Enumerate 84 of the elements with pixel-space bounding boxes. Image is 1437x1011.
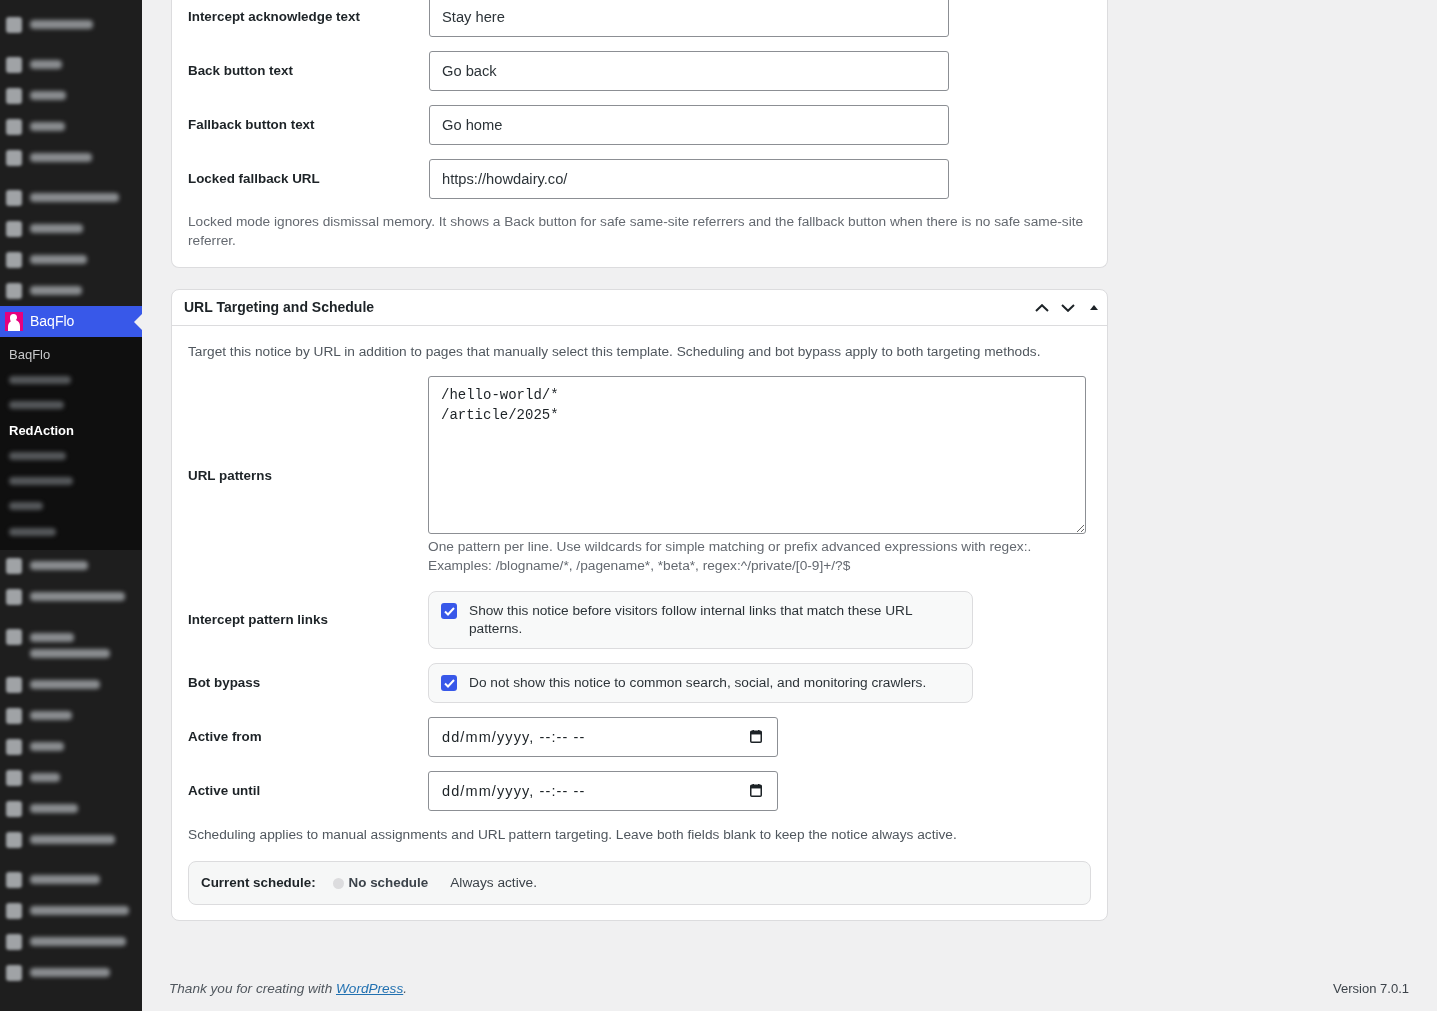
submenu-item[interactable]: BaqFlo bbox=[0, 342, 142, 368]
blurred-icon bbox=[6, 118, 22, 135]
blurred-text bbox=[30, 224, 83, 233]
schedule-status: No schedule bbox=[348, 873, 429, 892]
checkbox-label: Do not show this notice to common search, social, and monitoring crawlers. bbox=[469, 674, 927, 692]
text-field[interactable]: https://howdairy.co/ bbox=[429, 159, 949, 199]
blurred-icon bbox=[6, 629, 22, 646]
blurred-icon bbox=[6, 251, 22, 268]
blurred-icon bbox=[6, 149, 22, 166]
calendar-icon[interactable] bbox=[750, 730, 762, 743]
blurred-icon bbox=[6, 676, 22, 693]
blurred-icon bbox=[6, 800, 22, 817]
blurred-text bbox=[30, 742, 64, 752]
blurred-icon bbox=[6, 16, 22, 33]
checkbox-label: Show this notice before visitors follow internal links that match these URL patterns. bbox=[469, 602, 914, 638]
blurred-icon bbox=[6, 282, 22, 299]
blurred-text bbox=[30, 91, 66, 100]
menu-pointer-icon bbox=[134, 313, 142, 330]
blurred-icon bbox=[6, 220, 22, 237]
blurred-icon bbox=[6, 933, 22, 950]
blurred-text bbox=[30, 773, 60, 783]
blurred-text bbox=[30, 561, 88, 571]
field-label: URL patterns bbox=[188, 467, 273, 486]
panel-description: Target this notice by URL in addition to pages that manually select this template. Scheduling and bot bypass apply to both targeting methods. bbox=[188, 343, 1042, 361]
blurred-icon bbox=[6, 707, 22, 724]
blurred-text bbox=[30, 122, 65, 131]
chevron-up-icon bbox=[1035, 303, 1049, 312]
panel-title: URL Targeting and Schedule bbox=[184, 298, 376, 317]
blurred-text bbox=[30, 632, 74, 642]
blurred-text bbox=[30, 255, 87, 264]
blurred-text bbox=[9, 451, 66, 460]
text-field[interactable]: Go home bbox=[429, 105, 949, 145]
schedule-label: Current schedule: bbox=[201, 873, 316, 892]
help-text: Scheduling applies to manual assignments and URL pattern targeting. Leave both fields blank to keep the notice always active. bbox=[188, 826, 958, 844]
submenu-item[interactable]: RedAction bbox=[0, 417, 142, 444]
field-label: Bot bypass bbox=[188, 673, 262, 692]
text-field[interactable]: Go back bbox=[429, 51, 949, 91]
blurred-icon bbox=[6, 56, 22, 73]
blurred-icon bbox=[6, 964, 22, 981]
field-label: Intercept pattern links bbox=[188, 610, 329, 629]
field-label: Fallback button text bbox=[188, 115, 316, 134]
blurred-text bbox=[30, 680, 100, 690]
blurred-icon bbox=[6, 738, 22, 755]
blurred-icon bbox=[6, 831, 22, 848]
blurred-icon bbox=[6, 87, 22, 104]
footer-credit: Thank you for creating with WordPress. bbox=[169, 980, 407, 998]
blurred-icon bbox=[6, 902, 22, 919]
blurred-text bbox=[30, 60, 62, 69]
blurred-icon bbox=[6, 588, 22, 605]
field-label: Back button text bbox=[188, 61, 294, 80]
textarea-field[interactable]: /hello-world/* /article/2025* bbox=[428, 376, 1086, 534]
field-label: Intercept acknowledge text bbox=[188, 7, 361, 26]
blurred-text bbox=[9, 527, 56, 536]
calendar-icon[interactable] bbox=[750, 784, 762, 797]
help-text: Locked mode ignores dismissal memory. It shows a Back button for safe same-site referrers and the fallback button when there is no safe same-site referrer. bbox=[188, 213, 1085, 250]
text-field[interactable]: Stay here bbox=[429, 0, 949, 37]
version-text: Version 7.0.1 bbox=[1333, 980, 1409, 998]
help-text: One pattern per line. Use wildcards for simple matching or prefix advanced expressions with regex:. Examples: /blogname/*, /pagename*, *beta*, regex:^/private/[0-9]+/?$ bbox=[428, 538, 1033, 575]
blurred-text bbox=[9, 502, 43, 511]
checkbox[interactable] bbox=[441, 675, 457, 691]
blurred-text bbox=[30, 20, 93, 29]
blurred-icon bbox=[6, 189, 22, 206]
blurred-icon bbox=[6, 871, 22, 888]
logo-icon bbox=[5, 312, 23, 331]
blurred-text bbox=[30, 875, 100, 885]
blurred-text bbox=[9, 401, 64, 410]
field-label: Locked fallback URL bbox=[188, 169, 321, 188]
schedule-detail: Always active. bbox=[450, 873, 537, 892]
field-label: Active from bbox=[188, 727, 263, 746]
date-field[interactable]: dd/mm/yyyy, --:-- -- bbox=[428, 717, 778, 757]
date-field[interactable]: dd/mm/yyyy, --:-- -- bbox=[428, 771, 778, 811]
blurred-icon bbox=[6, 769, 22, 786]
blurred-text bbox=[30, 286, 82, 295]
blurred-text bbox=[9, 375, 71, 384]
checkbox[interactable] bbox=[441, 603, 457, 619]
blurred-text bbox=[30, 804, 78, 814]
menu-item[interactable]: BaqFlo bbox=[0, 306, 142, 337]
field-label: Active until bbox=[188, 781, 262, 800]
caret-up-icon bbox=[1090, 305, 1098, 310]
blurred-icon bbox=[6, 557, 22, 574]
blurred-text bbox=[9, 477, 73, 486]
chevron-down-icon bbox=[1061, 303, 1075, 312]
blurred-text bbox=[30, 153, 92, 162]
blurred-text bbox=[30, 711, 72, 721]
